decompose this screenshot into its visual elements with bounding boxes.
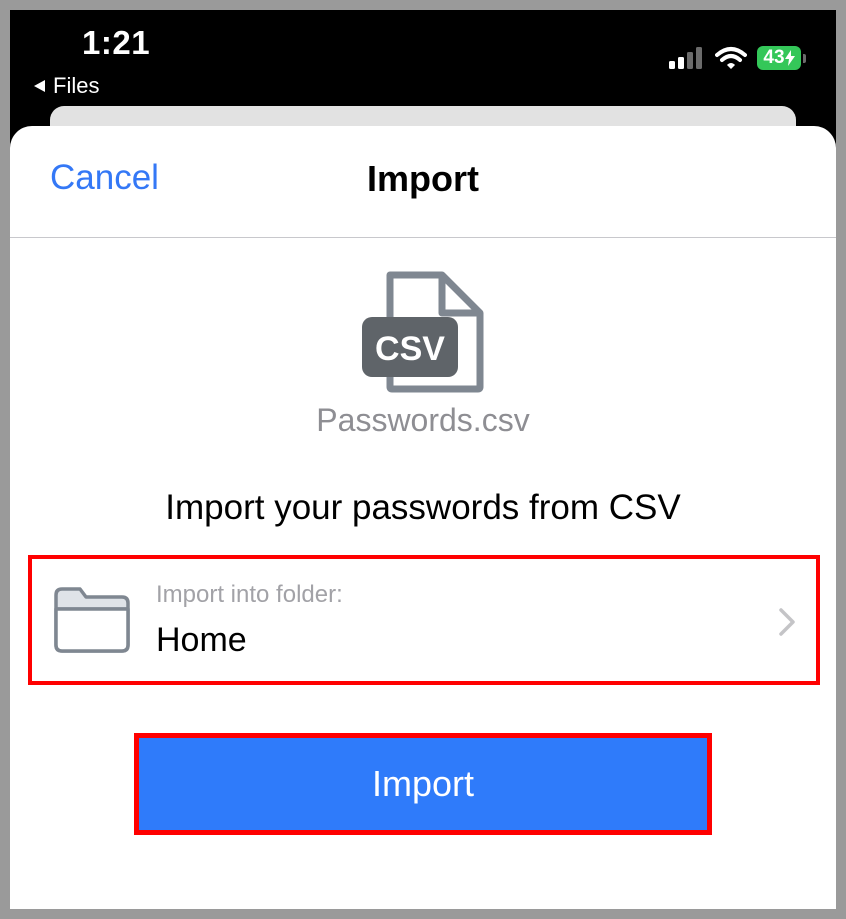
nav-bar: Cancel Import <box>10 126 836 238</box>
battery-charging-icon: 43 <box>757 46 806 70</box>
battery-level-text: 43 <box>763 47 785 68</box>
folder-picker-label: Import into folder: <box>156 581 343 608</box>
bolt-icon <box>784 50 795 66</box>
status-icons: 43 <box>669 46 806 70</box>
csv-badge-text: CSV <box>375 330 445 368</box>
folder-picker-row[interactable]: Import into folder: Home <box>28 555 820 685</box>
status-time: 1:21 <box>82 24 151 61</box>
import-description: Import your passwords from CSV <box>165 488 681 527</box>
page-title: Import <box>367 158 479 199</box>
chevron-right-icon <box>779 608 795 636</box>
folder-icon <box>54 587 130 653</box>
back-arrow-icon <box>34 80 45 92</box>
file-name: Passwords.csv <box>316 402 530 438</box>
battery-tip <box>803 53 806 63</box>
back-files-label: Files <box>53 73 100 98</box>
import-button[interactable]: Import <box>134 733 712 835</box>
back-to-files-link[interactable]: Files <box>34 73 99 99</box>
battery-level: 43 <box>757 46 801 70</box>
folder-picker-value: Home <box>156 621 247 659</box>
signal-icon <box>669 47 702 69</box>
csv-file-icon: CSV <box>362 271 484 393</box>
screen: 1:21 Files 43 Cancel Import CSV Password… <box>10 10 836 909</box>
import-sheet: Cancel Import CSV Passwords.csv Import y… <box>10 126 836 909</box>
wifi-icon <box>715 47 747 69</box>
